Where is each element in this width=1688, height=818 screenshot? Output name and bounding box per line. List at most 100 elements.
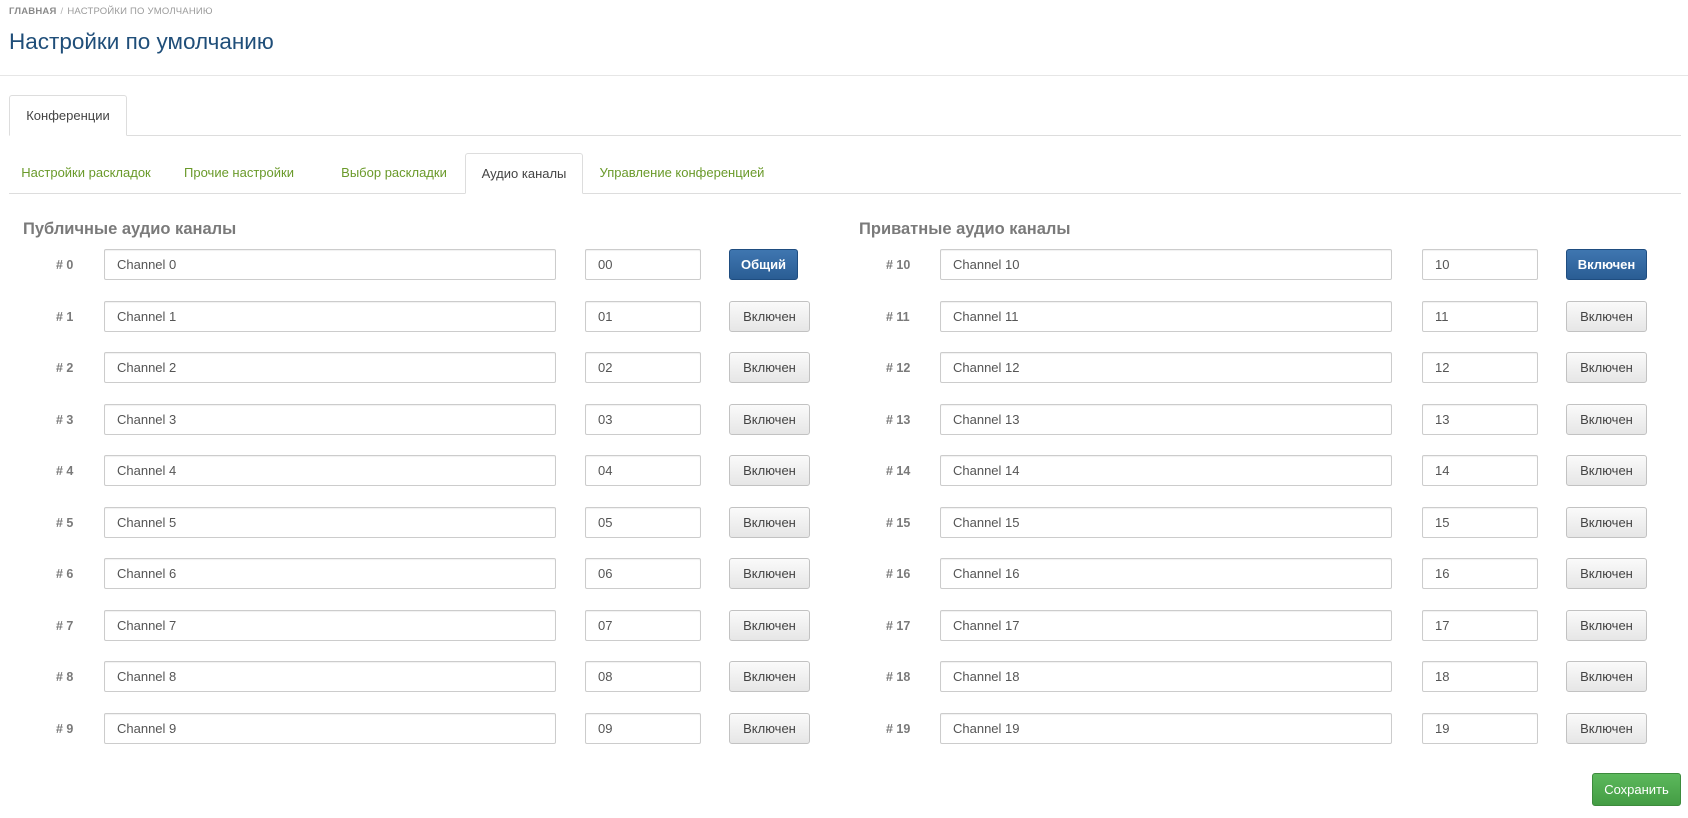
channel-row: # 14 Включен bbox=[836, 455, 1656, 488]
tab-conferences[interactable]: Конференции bbox=[9, 95, 127, 136]
tab-layout-settings[interactable]: Настройки раскладок bbox=[9, 153, 163, 192]
channel-row: # 11 Включен bbox=[836, 300, 1656, 334]
channel-row: # 18 Включен bbox=[836, 661, 1656, 694]
channel-name-input[interactable] bbox=[104, 506, 556, 538]
channel-toggle-button[interactable]: Включен bbox=[1566, 558, 1647, 589]
channel-name-input[interactable] bbox=[104, 403, 556, 435]
channel-code-input[interactable] bbox=[1422, 609, 1538, 641]
channel-toggle-button[interactable]: Включен bbox=[729, 661, 810, 692]
channel-code-input[interactable] bbox=[1422, 249, 1538, 280]
save-button[interactable]: Сохранить bbox=[1592, 773, 1681, 806]
channel-code-input[interactable] bbox=[1422, 712, 1538, 744]
channel-name-input[interactable] bbox=[940, 609, 1392, 641]
channel-name-input[interactable] bbox=[104, 661, 556, 692]
channel-code-input[interactable] bbox=[1422, 300, 1538, 332]
channel-toggle-button[interactable]: Включен bbox=[1566, 661, 1647, 692]
channel-toggle-button[interactable]: Включен bbox=[729, 300, 810, 332]
channel-toggle-button[interactable]: Включен bbox=[729, 352, 810, 383]
channel-code-input[interactable] bbox=[585, 506, 701, 538]
channel-code-input[interactable] bbox=[585, 249, 701, 280]
channel-row: # 12 Включен bbox=[836, 352, 1656, 385]
breadcrumb: ГЛАВНАЯ / НАСТРОЙКИ ПО УМОЛЧАНИЮ bbox=[9, 6, 213, 17]
channel-code-input[interactable] bbox=[1422, 661, 1538, 692]
channel-number: # 15 bbox=[886, 515, 911, 530]
channel-toggle-button[interactable]: Общий bbox=[729, 249, 798, 280]
channel-name-input[interactable] bbox=[104, 300, 556, 332]
channel-row: # 10 Включен bbox=[836, 249, 1656, 282]
channel-name-input[interactable] bbox=[104, 249, 556, 280]
channel-code-input[interactable] bbox=[1422, 352, 1538, 383]
channel-name-input[interactable] bbox=[104, 609, 556, 641]
channel-name-input[interactable] bbox=[940, 403, 1392, 435]
channel-name-input[interactable] bbox=[940, 352, 1392, 383]
public-channels-title: Публичные аудио каналы bbox=[23, 220, 237, 238]
channel-name-input[interactable] bbox=[940, 712, 1392, 744]
channel-row: # 9 Включен bbox=[0, 712, 820, 746]
channel-row: # 6 Включен bbox=[0, 558, 820, 591]
channel-toggle-button[interactable]: Включен bbox=[1566, 609, 1647, 641]
channel-toggle-button[interactable]: Включен bbox=[729, 558, 810, 589]
channel-toggle-button[interactable]: Включен bbox=[1566, 300, 1647, 332]
channel-code-input[interactable] bbox=[585, 661, 701, 692]
channel-row: # 17 Включен bbox=[836, 609, 1656, 643]
channel-number: # 12 bbox=[886, 361, 911, 375]
channel-name-input[interactable] bbox=[940, 455, 1392, 486]
channel-toggle-button[interactable]: Включен bbox=[1566, 249, 1647, 280]
channel-number: # 4 bbox=[56, 464, 74, 478]
channel-number: # 3 bbox=[56, 412, 74, 427]
tab-conference-management[interactable]: Управление конференцией bbox=[583, 153, 781, 192]
channel-name-input[interactable] bbox=[940, 249, 1392, 280]
channel-toggle-button[interactable]: Включен bbox=[729, 455, 810, 486]
channel-code-input[interactable] bbox=[585, 558, 701, 589]
channel-row: # 0 Общий bbox=[0, 249, 820, 282]
sub-tabs: Настройки раскладок Прочие настройки Выб… bbox=[9, 153, 1681, 194]
channel-code-input[interactable] bbox=[1422, 558, 1538, 589]
channel-code-input[interactable] bbox=[585, 455, 701, 486]
channel-toggle-button[interactable]: Включен bbox=[1566, 455, 1647, 486]
channel-code-input[interactable] bbox=[1422, 506, 1538, 538]
tab-audio-channels[interactable]: Аудио каналы bbox=[465, 153, 583, 194]
channel-name-input[interactable] bbox=[104, 455, 556, 486]
channel-code-input[interactable] bbox=[1422, 403, 1538, 435]
channel-row: # 5 Включен bbox=[0, 506, 820, 540]
channel-name-input[interactable] bbox=[104, 712, 556, 744]
channel-number: # 18 bbox=[886, 670, 911, 684]
channel-row: # 8 Включен bbox=[0, 661, 820, 694]
channel-toggle-button[interactable]: Включен bbox=[1566, 712, 1647, 744]
channel-number: # 0 bbox=[56, 258, 74, 272]
channel-toggle-button[interactable]: Включен bbox=[729, 609, 810, 641]
channel-code-input[interactable] bbox=[585, 609, 701, 641]
channel-code-input[interactable] bbox=[585, 712, 701, 744]
channel-toggle-button[interactable]: Включен bbox=[729, 506, 810, 538]
channel-code-input[interactable] bbox=[585, 352, 701, 383]
channel-name-input[interactable] bbox=[940, 661, 1392, 692]
channel-row: # 4 Включен bbox=[0, 455, 820, 488]
channel-name-input[interactable] bbox=[940, 300, 1392, 332]
channel-row: # 16 Включен bbox=[836, 558, 1656, 591]
channel-name-input[interactable] bbox=[104, 558, 556, 589]
channel-code-input[interactable] bbox=[585, 300, 701, 332]
top-tabs: Конференции bbox=[9, 95, 1681, 136]
channel-number: # 2 bbox=[56, 361, 74, 375]
channel-toggle-button[interactable]: Включен bbox=[1566, 506, 1647, 538]
channel-toggle-button[interactable]: Включен bbox=[729, 712, 810, 744]
tab-other-settings[interactable]: Прочие настройки bbox=[163, 153, 315, 192]
channel-number: # 1 bbox=[56, 309, 74, 324]
channel-row: # 19 Включен bbox=[836, 712, 1656, 746]
channel-toggle-button[interactable]: Включен bbox=[729, 403, 810, 435]
channel-name-input[interactable] bbox=[940, 506, 1392, 538]
private-channels-title: Приватные аудио каналы bbox=[859, 220, 1071, 238]
breadcrumb-home-link[interactable]: ГЛАВНАЯ bbox=[9, 6, 57, 17]
channel-name-input[interactable] bbox=[104, 352, 556, 383]
channel-name-input[interactable] bbox=[940, 558, 1392, 589]
tab-layout-choice[interactable]: Выбор раскладки bbox=[315, 153, 473, 192]
page-title: Настройки по умолчанию bbox=[9, 29, 274, 54]
channel-row: # 7 Включен bbox=[0, 609, 820, 643]
header-divider bbox=[0, 75, 1688, 76]
channel-number: # 7 bbox=[56, 618, 74, 633]
channel-toggle-button[interactable]: Включен bbox=[1566, 403, 1647, 435]
channel-toggle-button[interactable]: Включен bbox=[1566, 352, 1647, 383]
channel-code-input[interactable] bbox=[1422, 455, 1538, 486]
channel-number: # 19 bbox=[886, 721, 911, 736]
channel-code-input[interactable] bbox=[585, 403, 701, 435]
